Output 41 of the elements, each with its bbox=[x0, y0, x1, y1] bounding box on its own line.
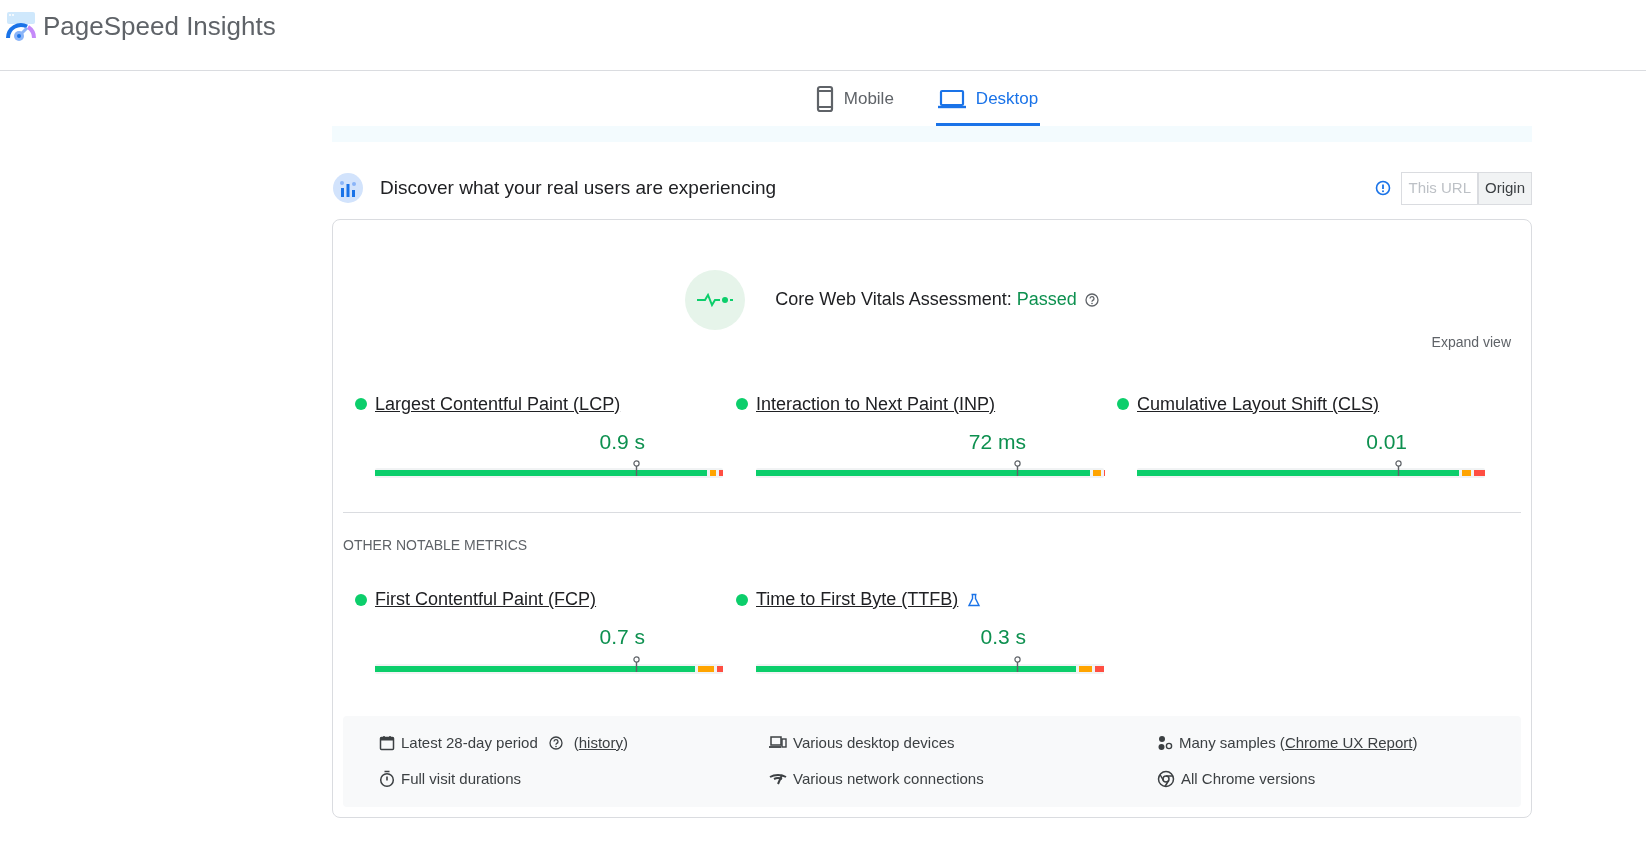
flask-icon bbox=[967, 593, 982, 608]
metric-link[interactable]: Largest Contentful Paint (LCP) bbox=[375, 390, 621, 418]
dots-icon bbox=[1157, 734, 1173, 751]
info-text: (history) bbox=[573, 732, 628, 753]
metric-value: 0.7 s bbox=[598, 624, 645, 650]
browser-logo-icon bbox=[1157, 770, 1175, 789]
info-text: Many samples (Chrome UX Report) bbox=[1179, 732, 1418, 753]
metric-value: 0.01 bbox=[1365, 428, 1407, 455]
info-text: Various desktop devices bbox=[793, 732, 955, 753]
info-text: Full visit durations bbox=[401, 769, 522, 789]
signal-icon bbox=[769, 772, 787, 787]
devices-icon bbox=[769, 734, 787, 751]
info-link[interactable]: history bbox=[578, 733, 623, 751]
assessment-text: Core Web Vitals Assessment: Passed bbox=[775, 288, 1077, 311]
info-icon[interactable] bbox=[1375, 180, 1392, 197]
metric-value: 0.9 s bbox=[598, 428, 645, 455]
info-text: All Chrome versions bbox=[1181, 769, 1316, 789]
scope-toggle[interactable]: Origin bbox=[1478, 172, 1532, 205]
expand-view-link[interactable]: Expand view bbox=[1431, 331, 1511, 353]
metric-value: 72 ms bbox=[967, 428, 1026, 455]
section-label: OTHER NOTABLE METRICS bbox=[343, 536, 529, 555]
info-text: Various network connections bbox=[793, 769, 984, 789]
device-tab[interactable]: Mobile bbox=[813, 71, 896, 126]
metric-link[interactable]: Interaction to Next Paint (INP) bbox=[756, 390, 996, 418]
calendar-icon bbox=[379, 734, 395, 751]
info-link[interactable]: Chrome UX Report bbox=[1284, 733, 1413, 751]
metric-link[interactable]: Cumulative Layout Shift (CLS) bbox=[1137, 390, 1380, 418]
stopwatch-icon bbox=[379, 770, 395, 789]
help-icon[interactable] bbox=[548, 735, 563, 750]
laptop-icon bbox=[937, 89, 966, 109]
section-heading: Discover what your real users are experiencing bbox=[380, 176, 776, 200]
metric-value: 0.3 s bbox=[979, 624, 1026, 650]
metric-link[interactable]: Time to First Byte (TTFB) bbox=[756, 586, 982, 613]
info-text: Latest 28-day period bbox=[401, 732, 538, 753]
help-icon[interactable] bbox=[1084, 292, 1099, 307]
phone-icon bbox=[815, 85, 834, 113]
speed-gauge-logo-icon bbox=[5, 10, 37, 42]
users-chart-icon bbox=[332, 172, 364, 205]
heartbeat-icon bbox=[697, 292, 734, 307]
metric-link[interactable]: First Contentful Paint (FCP) bbox=[375, 586, 597, 613]
app-title: PageSpeed Insights bbox=[43, 9, 276, 43]
